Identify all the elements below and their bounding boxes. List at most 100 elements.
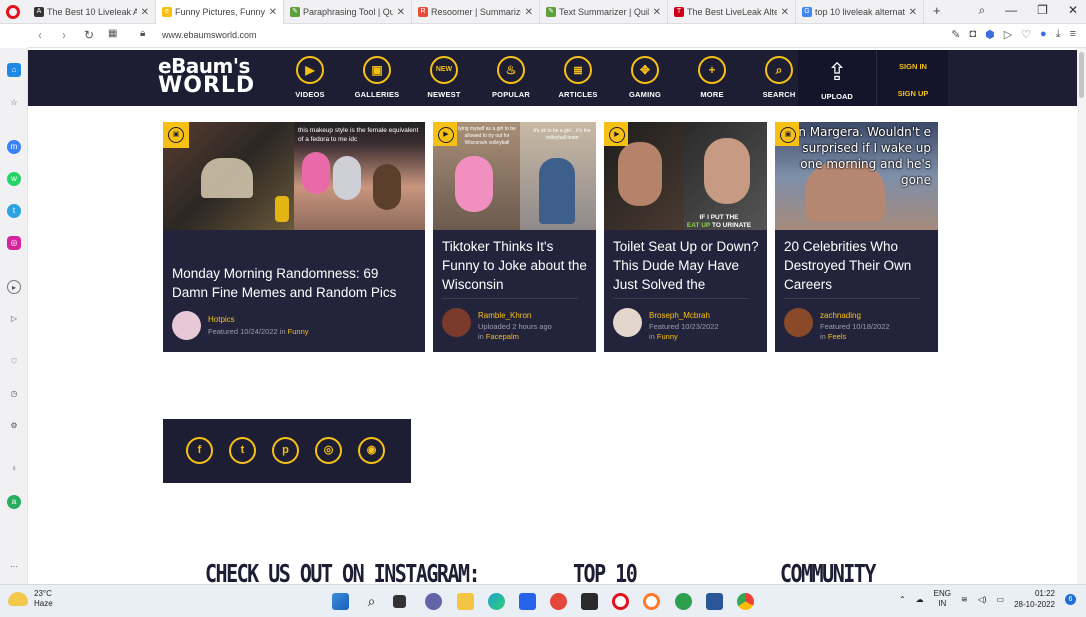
chrome-icon[interactable] (737, 593, 754, 610)
nav-more[interactable]: + MORE (682, 56, 742, 99)
onedrive-icon[interactable]: ☁ (916, 595, 924, 604)
scrollbar-thumb[interactable] (1079, 52, 1084, 98)
nav-galleries[interactable]: ▣ GALLERIES (347, 56, 407, 99)
profile-icon[interactable]: ● (1040, 28, 1047, 41)
edit-icon[interactable]: ✎ (951, 28, 960, 41)
ebaumsworld-logo[interactable]: eBaum's WORLD (158, 56, 258, 100)
browser-tab[interactable]: ✎ Text Summarizer | QuillB ✕ (540, 0, 668, 24)
opera-gx-icon[interactable] (643, 593, 660, 610)
rss-icon[interactable]: ◉ (358, 437, 385, 464)
send-icon[interactable]: ▷ (7, 312, 21, 326)
opera-taskbar-icon[interactable] (612, 593, 629, 610)
card-title[interactable]: Tiktoker Thinks It's Funny to Joke about… (442, 237, 592, 294)
store-icon[interactable] (519, 593, 536, 610)
close-tab-icon[interactable]: ✕ (269, 7, 277, 18)
star-icon[interactable]: ☆ (7, 96, 21, 110)
browser-tab[interactable]: TThe Best LiveLeak Altern ✕ (668, 0, 796, 24)
search-icon[interactable]: ⌕ (363, 593, 380, 610)
close-tab-icon[interactable]: ✕ (909, 7, 917, 18)
browser-tab[interactable]: ✎ Paraphrasing Tool | Quill ✕ (284, 0, 412, 24)
card-category[interactable]: Funny (288, 327, 309, 336)
word-icon[interactable] (706, 593, 723, 610)
close-tab-icon[interactable]: ✕ (525, 7, 533, 18)
page-scrollbar[interactable] (1077, 48, 1086, 584)
task-view-icon[interactable] (393, 595, 406, 608)
facebook-icon[interactable]: f (186, 437, 213, 464)
article-card[interactable]: lying myself as a girl to be allowed to … (433, 122, 596, 352)
chat-icon[interactable] (425, 593, 442, 610)
file-explorer-icon[interactable] (457, 593, 474, 610)
nav-newest[interactable]: NEW NEWEST (414, 56, 474, 99)
send-icon[interactable]: ▷ (1004, 28, 1012, 41)
weather-widget[interactable]: 23°C Haze (8, 589, 53, 609)
snapshot-icon[interactable]: ◘ (969, 28, 976, 41)
heart-icon[interactable]: ♡ (1021, 28, 1031, 41)
forward-icon[interactable]: › (62, 28, 66, 42)
edge-icon[interactable] (488, 593, 505, 610)
browser-tab[interactable]: R Resoomer | Summarizer ✕ (412, 0, 540, 24)
close-tab-icon[interactable]: ✕ (781, 7, 789, 18)
browser-tab[interactable]: Gtop 10 liveleak alternati ✕ (796, 0, 924, 24)
card-title[interactable]: 20 Celebrities Who Destroyed Their Own C… (784, 237, 934, 294)
twitter-icon[interactable]: t (229, 437, 256, 464)
new-tab-button[interactable]: + (933, 3, 941, 18)
nav-popular[interactable]: ♨ POPULAR (481, 56, 541, 99)
player-icon[interactable]: ▸ (7, 280, 21, 294)
card-author[interactable]: Ramble_Khron (478, 311, 531, 320)
shield-icon[interactable]: ⬢ (985, 28, 995, 41)
volume-icon[interactable]: ◁) (978, 595, 987, 604)
nav-articles[interactable]: ≣ ARTICLES (548, 56, 608, 99)
close-window-button[interactable]: ✕ (1068, 3, 1078, 18)
messenger-icon[interactable]: m (7, 140, 21, 154)
article-card[interactable]: IF I PUT THE EAT UP TO URINATE ▶ Toilet … (604, 122, 767, 352)
reload-icon[interactable]: ↻ (84, 28, 94, 42)
clock[interactable]: 01:22 28-10-2022 (1014, 588, 1055, 610)
instagram-icon[interactable]: ◎ (315, 437, 342, 464)
instagram-icon[interactable]: ◎ (7, 236, 21, 250)
card-category[interactable]: Facepalm (486, 332, 519, 341)
maximize-button[interactable]: ❐ (1037, 3, 1048, 18)
tabs-grid-icon[interactable]: ▦ (108, 28, 117, 39)
close-tab-icon[interactable]: ✕ (397, 7, 405, 18)
bulb-icon[interactable]: ♀ (7, 462, 21, 476)
nav-gaming[interactable]: ✥ GAMING (615, 56, 675, 99)
download-icon[interactable]: ⤓ (1056, 28, 1061, 41)
whatsapp-icon[interactable]: w (7, 172, 21, 186)
card-author[interactable]: Broseph_Mcbrah (649, 311, 710, 320)
upload-button[interactable]: ⇪ UPLOAD (798, 50, 876, 106)
more-icon[interactable]: ⋯ (7, 560, 21, 574)
url-field[interactable]: www.ebaumsworld.com (162, 30, 257, 40)
menu-icon[interactable]: ≡ (1070, 28, 1076, 41)
battery-icon[interactable]: ▭ (997, 595, 1005, 604)
card-author[interactable]: Hotpics (208, 315, 235, 324)
article-card[interactable]: this makeup style is the female equivale… (163, 122, 425, 352)
aria-icon[interactable]: a (7, 495, 21, 509)
card-category[interactable]: Funny (657, 332, 678, 341)
chevron-up-icon[interactable]: ⌃ (899, 595, 906, 604)
amazon-icon[interactable] (581, 593, 598, 610)
wifi-icon[interactable]: ≋ (961, 595, 968, 604)
card-category[interactable]: Feels (828, 332, 846, 341)
nav-videos[interactable]: ▶ VIDEOS (280, 56, 340, 99)
sign-up-link[interactable]: SIGN UP (877, 89, 949, 98)
start-icon[interactable] (332, 593, 349, 610)
close-tab-icon[interactable]: ✕ (141, 7, 149, 18)
pinterest-icon[interactable]: p (272, 437, 299, 464)
settings-icon[interactable]: ⚙ (7, 419, 21, 433)
back-icon[interactable]: ‹ (38, 28, 42, 42)
notification-badge[interactable]: 6 (1065, 593, 1076, 605)
quillbot-icon[interactable] (675, 593, 692, 610)
sign-in-link[interactable]: SIGN IN (877, 62, 949, 71)
article-card[interactable]: n Margera. Wouldn't e surprised if I wak… (775, 122, 938, 352)
card-title[interactable]: Monday Morning Randomness: 69 Damn Fine … (172, 264, 412, 302)
browser-tab[interactable]: AThe Best 10 Liveleak Alte ✕ (28, 0, 156, 24)
office-icon[interactable] (550, 593, 567, 610)
opera-logo-icon[interactable] (6, 5, 20, 19)
search-tabs-icon[interactable]: ⌕ (978, 3, 985, 18)
history-icon[interactable]: ◷ (7, 387, 21, 401)
heart-icon[interactable]: ♡ (7, 355, 21, 369)
language-indicator[interactable]: ENG IN (934, 589, 951, 609)
browser-tab[interactable]: eFunny Pictures, Funny Vi ✕ (156, 0, 284, 24)
card-author[interactable]: zachnading (820, 311, 861, 320)
telegram-icon[interactable]: t (7, 204, 21, 218)
